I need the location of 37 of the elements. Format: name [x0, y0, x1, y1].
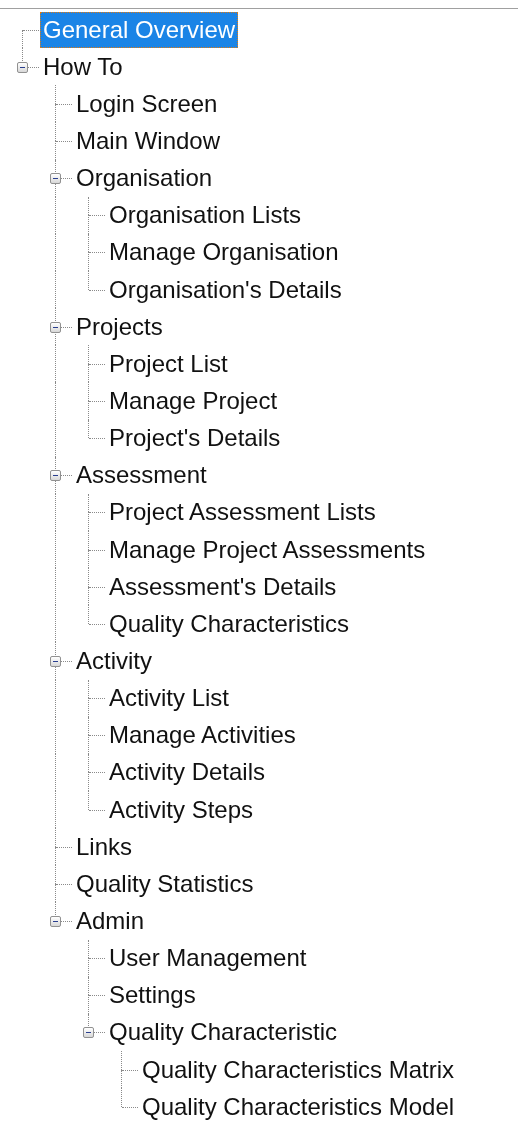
tree-item[interactable]: Activity List	[106, 680, 233, 717]
tree-item[interactable]: Quality Statistics	[73, 865, 257, 902]
collapse-icon[interactable]	[50, 915, 61, 927]
tree-item[interactable]: Assessment's Details	[106, 568, 340, 605]
tree-item[interactable]: Manage Project	[106, 382, 281, 419]
tree-item[interactable]: Organisation's Details	[106, 271, 345, 308]
collapse-icon[interactable]	[83, 1027, 94, 1039]
tree-item[interactable]: Manage Organisation	[106, 234, 342, 271]
tree-item[interactable]: Organisation	[73, 160, 216, 197]
tree-item[interactable]: User Management	[106, 940, 310, 977]
tree-item[interactable]: Links	[73, 828, 136, 865]
tree-item[interactable]: Quality Characteristics Model	[139, 1088, 458, 1124]
tree-item[interactable]: Admin	[73, 902, 148, 939]
tree-item[interactable]: Main Window	[73, 123, 224, 159]
tree-item[interactable]: Activity Details	[106, 754, 269, 791]
collapse-icon[interactable]	[50, 321, 61, 333]
tree-item[interactable]: Activity	[73, 642, 155, 679]
tree-item[interactable]: Login Screen	[73, 85, 221, 122]
tree-item[interactable]: How To	[40, 48, 126, 85]
tree-item[interactable]: Project List	[106, 345, 231, 382]
collapse-icon[interactable]	[50, 173, 61, 185]
tree-item[interactable]: Quality Characteristic	[106, 1014, 341, 1051]
tree-item[interactable]: Project Assessment Lists	[106, 494, 379, 531]
tree-item[interactable]: General Overview	[40, 11, 239, 48]
collapse-icon[interactable]	[17, 61, 28, 73]
tree-item[interactable]: Manage Project Assessments	[106, 531, 429, 568]
tree-item[interactable]: Manage Activities	[106, 717, 299, 754]
tree-item[interactable]: Quality Characteristics	[106, 605, 353, 642]
tree-item[interactable]: Settings	[106, 977, 199, 1014]
tree-item[interactable]: Assessment	[73, 457, 210, 494]
tree-item[interactable]: Project's Details	[106, 420, 284, 457]
tree-item[interactable]: Projects	[73, 308, 166, 345]
tree-item[interactable]: Organisation Lists	[106, 197, 305, 234]
collapse-icon[interactable]	[50, 655, 61, 667]
tree-item[interactable]: Activity Steps	[106, 791, 257, 828]
tree-item[interactable]: Quality Characteristics Matrix	[139, 1051, 458, 1088]
collapse-icon[interactable]	[50, 470, 61, 482]
